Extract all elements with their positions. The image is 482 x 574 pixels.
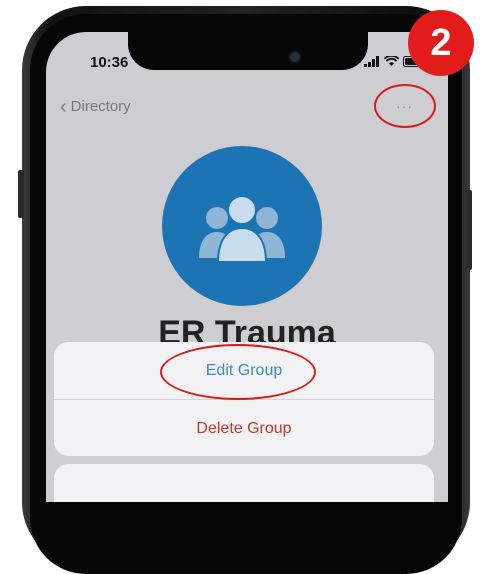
step-number-badge: 2	[408, 10, 474, 76]
delete-group-button[interactable]: Delete Group	[54, 400, 434, 456]
volume-button	[18, 170, 24, 218]
back-button-label: Directory	[70, 98, 131, 115]
power-button	[466, 190, 472, 270]
chevron-left-icon: ‹	[60, 95, 67, 118]
more-options-highlight-ring	[374, 84, 436, 128]
notch	[128, 32, 368, 70]
status-time: 10:36	[90, 54, 129, 71]
group-avatar	[162, 146, 322, 306]
edit-group-highlight-ring	[160, 344, 316, 400]
wifi-icon	[384, 56, 399, 66]
cancel-button[interactable]	[54, 464, 434, 502]
group-people-icon	[199, 195, 285, 263]
back-button[interactable]: ‹ Directory	[60, 95, 131, 118]
camera-icon	[288, 50, 302, 64]
signal-icon	[364, 56, 379, 67]
